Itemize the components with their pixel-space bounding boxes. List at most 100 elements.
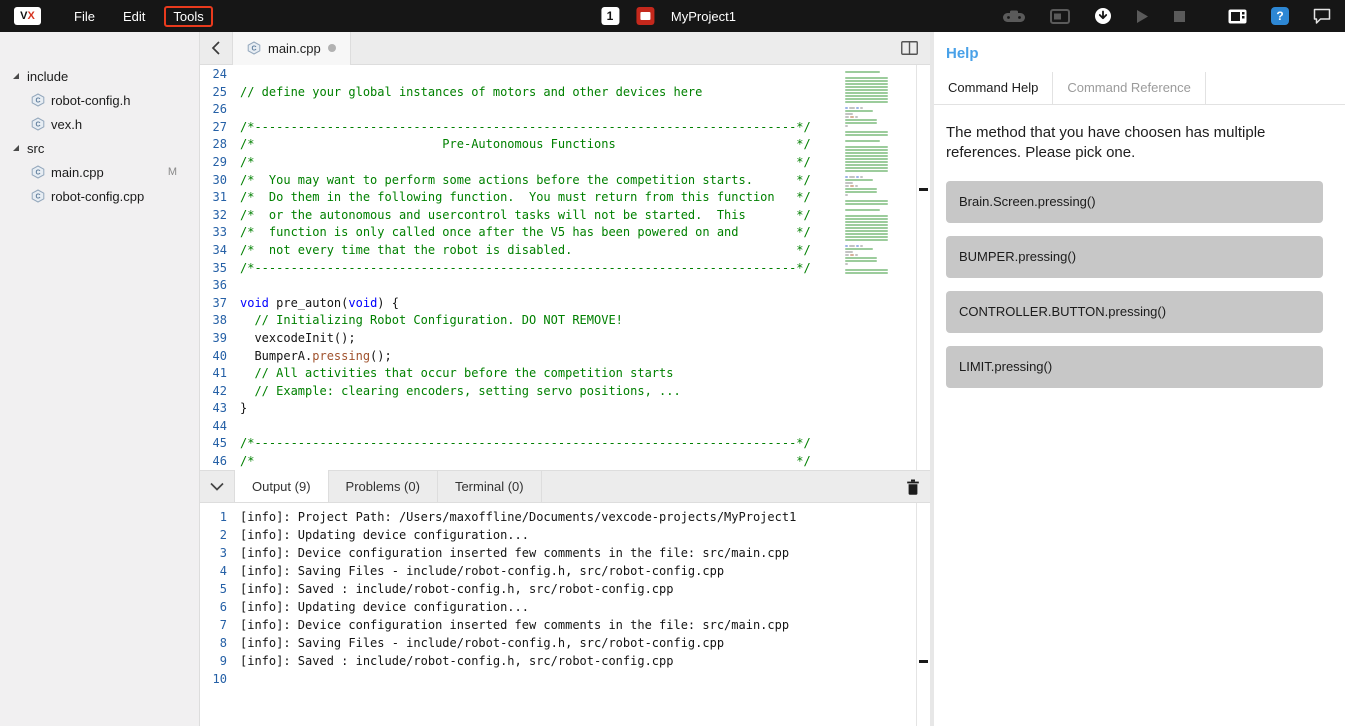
svg-text:C: C [35,98,40,105]
folder-include[interactable]: include [0,64,199,88]
line-text: /* Do them in the following function. Yo… [236,189,811,207]
cpp-file-icon: C [31,165,45,179]
code-line[interactable]: 39 vexcodeInit(); [200,330,930,348]
feedback-icon[interactable] [1313,8,1331,24]
expand-icon [13,73,19,79]
file-robot-config.h[interactable]: Crobot-config.h [0,88,199,112]
collapse-console-button[interactable] [200,482,234,491]
reference-options: Brain.Screen.pressing() BUMPER.pressing()… [934,181,1345,388]
file-main.cpp[interactable]: Cmain.cppM [0,160,199,184]
menu-file[interactable]: File [65,6,104,27]
console-tab-output[interactable]: Output (9) [234,470,329,502]
code-line[interactable]: 46/* */ [200,453,930,470]
menu-edit[interactable]: Edit [114,6,154,27]
code-line[interactable]: 29/* */ [200,154,930,172]
expand-icon [13,145,19,151]
help-tab-command-help[interactable]: Command Help [934,72,1053,104]
brain-icon[interactable] [1050,9,1070,24]
code-line[interactable]: 28/* Pre-Autonomous Functions */ [200,136,930,154]
code-line[interactable]: 32/* or the autonomous and usercontrol t… [200,207,930,225]
console-scrollbar-handle[interactable] [919,660,928,663]
code-line[interactable]: 41 // All activities that occur before t… [200,365,930,383]
console-line: 1[info]: Project Path: /Users/maxoffline… [200,508,930,526]
folder-label: include [27,69,68,84]
folder-src[interactable]: src [0,136,199,160]
editor-scrollbar-handle[interactable] [919,188,928,191]
folder-label: src [27,141,44,156]
slot-icon[interactable]: 1 [601,7,619,25]
code-line[interactable]: 31/* Do them in the following function. … [200,189,930,207]
code-editor[interactable]: 2425// define your global instances of m… [200,65,930,470]
console-line: 10 [200,670,930,688]
scrollbar-track[interactable] [916,65,930,726]
play-icon[interactable] [1136,9,1149,24]
console-tab-terminal[interactable]: Terminal (0) [438,470,542,502]
line-text: /*--------------------------------------… [236,435,811,453]
file-label: robot-config.cpp [51,189,144,204]
code-line[interactable]: 40 BumperA.pressing(); [200,348,930,366]
code-line[interactable]: 42 // Example: clearing encoders, settin… [200,383,930,401]
help-message: The method that you have choosen has mul… [946,123,1285,163]
line-number: 44 [200,418,236,436]
cpp-file-icon: C [31,93,45,107]
brain-status-icon[interactable] [636,7,654,25]
help-title: Help [946,45,1333,62]
download-icon[interactable] [1094,7,1112,25]
code-line[interactable]: 45/*------------------------------------… [200,435,930,453]
console-line: 3[info]: Device configuration inserted f… [200,544,930,562]
help-tab-command-reference[interactable]: Command Reference [1053,72,1206,104]
console-line-text: [info]: Device configuration inserted fe… [236,544,789,562]
line-number: 25 [200,84,236,102]
minimap[interactable] [843,68,915,275]
split-editor-icon[interactable] [901,41,918,55]
line-number: 24 [200,66,236,84]
menu-bar: File Edit Tools [65,6,213,27]
console-line-text: [info]: Saved : include/robot-config.h, … [236,652,673,670]
back-button[interactable] [200,40,232,56]
clear-console-button[interactable] [906,479,920,495]
menu-tools[interactable]: Tools [164,6,212,27]
reference-option-limit-pressing-[interactable]: LIMIT.pressing() [946,346,1323,388]
line-text [236,418,240,436]
toolbar-icons: ? [1002,7,1331,25]
stop-icon[interactable] [1173,10,1186,23]
code-line[interactable]: 33/* function is only called once after … [200,224,930,242]
line-text: /* Pre-Autonomous Functions */ [236,136,811,154]
console-output[interactable]: 1[info]: Project Path: /Users/maxoffline… [200,503,930,726]
code-line[interactable]: 26 [200,101,930,119]
controller-icon[interactable] [1002,9,1026,23]
code-line[interactable]: 25// define your global instances of mot… [200,84,930,102]
help-icon[interactable]: ? [1271,7,1289,25]
console-line-number: 2 [200,526,236,544]
code-line[interactable]: 44 [200,418,930,436]
code-line[interactable]: 38 // Initializing Robot Configuration. … [200,312,930,330]
reference-option-controller-button-pressing-[interactable]: CONTROLLER.BUTTON.pressing() [946,291,1323,333]
code-line[interactable]: 27/*------------------------------------… [200,119,930,137]
code-line[interactable]: 43} [200,400,930,418]
modified-dot [328,44,336,52]
brain-screen-icon[interactable] [1228,9,1247,24]
code-line[interactable]: 24 [200,66,930,84]
file-vex.h[interactable]: Cvex.h [0,112,199,136]
editor-tab-main-cpp[interactable]: C main.cpp [232,32,351,65]
line-number: 27 [200,119,236,137]
file-robot-config.cpp[interactable]: Crobot-config.cpp [0,184,199,208]
code-line[interactable]: 36 [200,277,930,295]
console-tab-problems[interactable]: Problems (0) [329,470,438,502]
code-line[interactable]: 37void pre_auton(void) { [200,295,930,313]
reference-option-bumper-pressing-[interactable]: BUMPER.pressing() [946,236,1323,278]
console-line-text: [info]: Saving Files - include/robot-con… [236,634,724,652]
console-line-text: [info]: Saved : include/robot-config.h, … [236,580,673,598]
line-text: } [236,400,247,418]
code-line[interactable]: 34/* not every time that the robot is di… [200,242,930,260]
code-line[interactable]: 35/*------------------------------------… [200,260,930,278]
line-text: /* */ [236,154,811,172]
line-number: 38 [200,312,236,330]
reference-option-brain-screen-pressing-[interactable]: Brain.Screen.pressing() [946,181,1323,223]
line-number: 39 [200,330,236,348]
line-text: void pre_auton(void) { [236,295,399,313]
line-number: 43 [200,400,236,418]
console-line-number: 3 [200,544,236,562]
code-line[interactable]: 30/* You may want to perform some action… [200,172,930,190]
line-number: 42 [200,383,236,401]
